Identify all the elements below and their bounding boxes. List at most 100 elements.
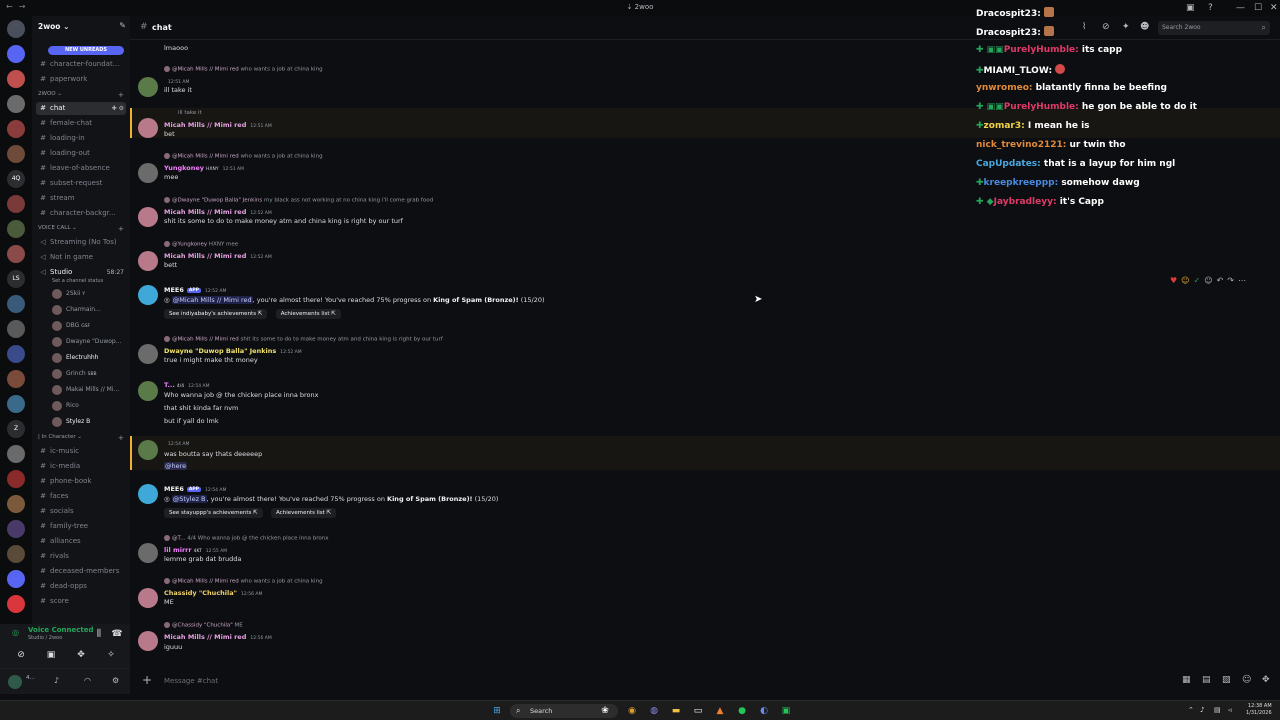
server-icon[interactable] <box>7 445 25 463</box>
emoji-picker-icon[interactable]: ☺ <box>1242 675 1251 685</box>
vlc-icon[interactable]: ▲ <box>713 704 727 718</box>
settings-gear-icon[interactable]: ⚙ <box>112 676 119 685</box>
avatar[interactable] <box>138 381 158 401</box>
category-header[interactable]: VOICE CALL ⌄ + <box>38 225 124 233</box>
server-icon[interactable] <box>7 295 25 313</box>
avatar[interactable] <box>138 251 158 271</box>
channel-item[interactable]: # loading-in <box>36 132 126 145</box>
here-mention[interactable]: @here <box>164 462 188 470</box>
tray-mic-icon[interactable]: ♪ <box>1200 706 1204 714</box>
reply-preview[interactable]: @Micah Mills // Mimi red who wants a job… <box>164 153 323 160</box>
headphones-icon[interactable]: ◠ <box>84 676 91 685</box>
channel-item[interactable]: # family-tree <box>36 520 126 533</box>
add-channel-icon[interactable]: + <box>118 91 124 99</box>
author-name[interactable]: Micah Mills // Mimi red <box>164 208 246 216</box>
channel-item[interactable]: # socials <box>36 505 126 518</box>
voice-user[interactable]: Makai Mills // Mi... <box>52 383 128 397</box>
channel-item[interactable]: # ic-music <box>36 445 126 458</box>
reply-preview[interactable]: @Micah Mills // Mimi red who wants a job… <box>164 578 323 585</box>
voice-location[interactable]: Studio / 2woo <box>28 635 62 641</box>
disconnect-icon[interactable]: ☎ <box>110 628 124 640</box>
gift-icon[interactable]: ▦ <box>1182 675 1191 685</box>
minimize-button[interactable]: — <box>1236 2 1245 14</box>
check-reaction-icon[interactable]: ✓ <box>1194 276 1201 285</box>
channel-settings-icon[interactable]: ✚ ⚙ <box>112 102 124 115</box>
file-explorer-icon[interactable]: ▬ <box>669 704 683 718</box>
reply-preview[interactable]: @Micah Mills // Mimi red who wants a job… <box>164 66 323 73</box>
chrome-icon[interactable]: ◉ <box>625 704 639 718</box>
author-name[interactable]: Yungkoney <box>164 164 204 172</box>
tray-chevron-icon[interactable]: ⌃ <box>1188 706 1194 714</box>
widget-icon[interactable]: ❀ <box>598 704 612 718</box>
server-icon[interactable] <box>7 495 25 513</box>
avatar[interactable] <box>138 77 158 97</box>
attach-plus-icon[interactable]: + <box>142 673 152 687</box>
close-button[interactable]: ✕ <box>1270 2 1278 14</box>
see-achievements-button[interactable]: See indiyababy's achievements ⇱ <box>164 309 268 319</box>
channel-item[interactable]: # leave-of-absence <box>36 162 126 175</box>
maximize-button[interactable]: ☐ <box>1254 2 1262 14</box>
voice-user[interactable]: Rico <box>52 399 128 413</box>
heart-reaction-icon[interactable]: ♥ <box>1170 276 1177 285</box>
avatar[interactable] <box>138 344 158 364</box>
channel-item[interactable]: # deceased-members <box>36 565 126 578</box>
channel-item[interactable]: # female-chat <box>36 117 126 130</box>
channel-item[interactable]: # rivals <box>36 550 126 563</box>
reply-preview[interactable]: @T... 4/4 Who wanna job @ the chicken pl… <box>164 535 329 542</box>
avatar[interactable] <box>138 543 158 563</box>
server-icon[interactable] <box>7 520 25 538</box>
voice-user[interactable]: Dwayne "Duwop... <box>52 335 128 349</box>
app-icon[interactable]: ◐ <box>757 704 771 718</box>
voice-channel-item[interactable]: ◁ Not in game <box>36 251 126 264</box>
avatar[interactable] <box>138 440 158 460</box>
voice-user[interactable]: 2Skii Y <box>52 287 128 301</box>
server-icon[interactable]: Z <box>7 420 25 438</box>
channel-item[interactable]: # alliances <box>36 535 126 548</box>
user-avatar[interactable] <box>8 675 22 689</box>
server-icon[interactable] <box>7 145 25 163</box>
reply-preview[interactable]: @Chassidy "Chuchila" ME <box>164 622 243 629</box>
server-icon[interactable] <box>7 370 25 388</box>
voice-user[interactable]: Charmain... <box>52 303 128 317</box>
server-icon[interactable] <box>7 70 25 88</box>
channel-item[interactable]: # faces <box>36 490 126 503</box>
message-composer[interactable]: + Message #chat ▦ ▤ ▧ ☺ ✥ <box>138 670 1278 692</box>
author-name[interactable]: Micah Mills // Mimi red <box>164 252 246 260</box>
channel-item[interactable]: # stream <box>36 192 126 205</box>
server-icon[interactable]: LS <box>7 270 25 288</box>
server-icon[interactable] <box>7 45 25 63</box>
voice-user[interactable]: Grinch SBB <box>52 367 128 381</box>
forward-icon[interactable]: ↷ <box>1227 276 1234 285</box>
voice-channel-item[interactable]: ◁ Streaming (No Tos) <box>36 236 126 249</box>
sticker-icon[interactable]: ▧ <box>1222 675 1231 685</box>
avatar[interactable] <box>138 285 158 305</box>
voice-status[interactable]: Voice Connected <box>28 626 94 634</box>
composer-placeholder[interactable]: Message #chat <box>164 677 218 685</box>
avatar[interactable] <box>138 484 158 504</box>
user-mention[interactable]: @Stylez B <box>171 495 207 503</box>
server-icon[interactable] <box>7 395 25 413</box>
server-icon[interactable] <box>7 320 25 338</box>
server-icon[interactable] <box>7 595 25 613</box>
channel-item[interactable]: # character-backgr... <box>36 207 126 220</box>
reply-preview[interactable]: ill take it <box>178 110 202 116</box>
apps-icon[interactable]: ✥ <box>1262 675 1270 685</box>
author-name[interactable]: Chassidy "Chuchila" <box>164 589 237 597</box>
category-header[interactable]: | In Character ⌄ + <box>38 434 124 442</box>
achievements-list-button[interactable]: Achievements list ⇱ <box>275 309 341 319</box>
terminal-icon[interactable]: ▭ <box>691 704 705 718</box>
server-icon[interactable] <box>7 470 25 488</box>
channel-item[interactable]: # phone-book <box>36 475 126 488</box>
author-name[interactable]: lil mirrr <box>164 546 192 554</box>
emoji-reaction-icon[interactable]: ☺ <box>1181 276 1189 285</box>
avatar[interactable] <box>138 118 158 138</box>
user-name[interactable]: 4... <box>26 675 35 681</box>
new-message-icon[interactable]: ✎ <box>119 21 126 30</box>
server-icon[interactable] <box>7 20 25 38</box>
xbox-icon[interactable]: ▣ <box>779 704 793 718</box>
more-options-icon[interactable]: ⋯ <box>1238 276 1246 285</box>
channel-item[interactable]: # score <box>36 595 126 608</box>
channel-item[interactable]: # paperwork <box>36 73 126 86</box>
avatar[interactable] <box>138 207 158 227</box>
windows-start-icon[interactable]: ⊞ <box>490 704 504 718</box>
